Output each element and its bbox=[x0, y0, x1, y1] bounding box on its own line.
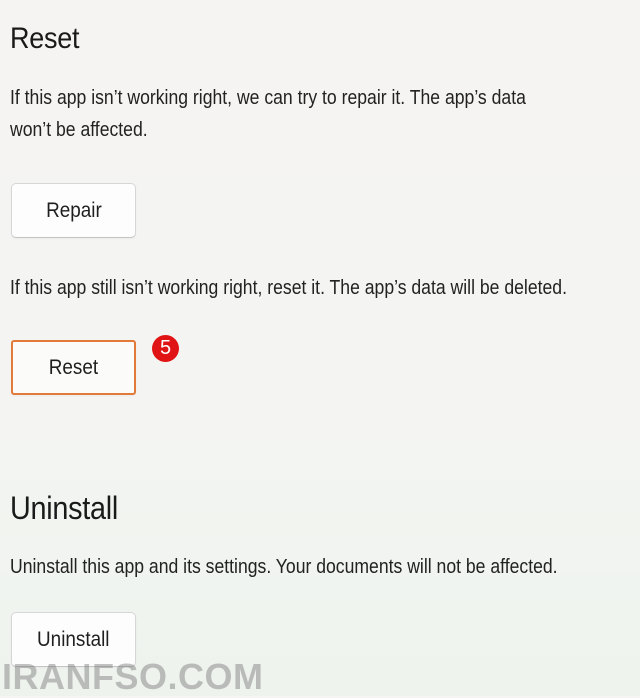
watermark-text: IRANFSO.COM bbox=[2, 656, 264, 697]
repair-description-line-2: won’t be affected. bbox=[10, 119, 148, 141]
reset-button-label: Reset bbox=[48, 355, 99, 379]
reset-description: If this app still isn’t working right, r… bbox=[10, 277, 567, 299]
uninstall-section-title: Uninstall bbox=[10, 490, 119, 526]
uninstall-button-label: Uninstall bbox=[37, 627, 110, 651]
uninstall-description: Uninstall this app and its settings. You… bbox=[10, 556, 558, 578]
step-number-badge: 5 bbox=[152, 335, 179, 362]
reset-section-title: Reset bbox=[10, 22, 80, 55]
repair-description: If this app isn’t working right, we can … bbox=[10, 82, 526, 146]
repair-description-line-1: If this app isn’t working right, we can … bbox=[10, 87, 526, 109]
reset-button[interactable]: Reset bbox=[11, 340, 136, 395]
repair-button-label: Repair bbox=[45, 198, 102, 222]
repair-button[interactable]: Repair bbox=[11, 183, 136, 238]
